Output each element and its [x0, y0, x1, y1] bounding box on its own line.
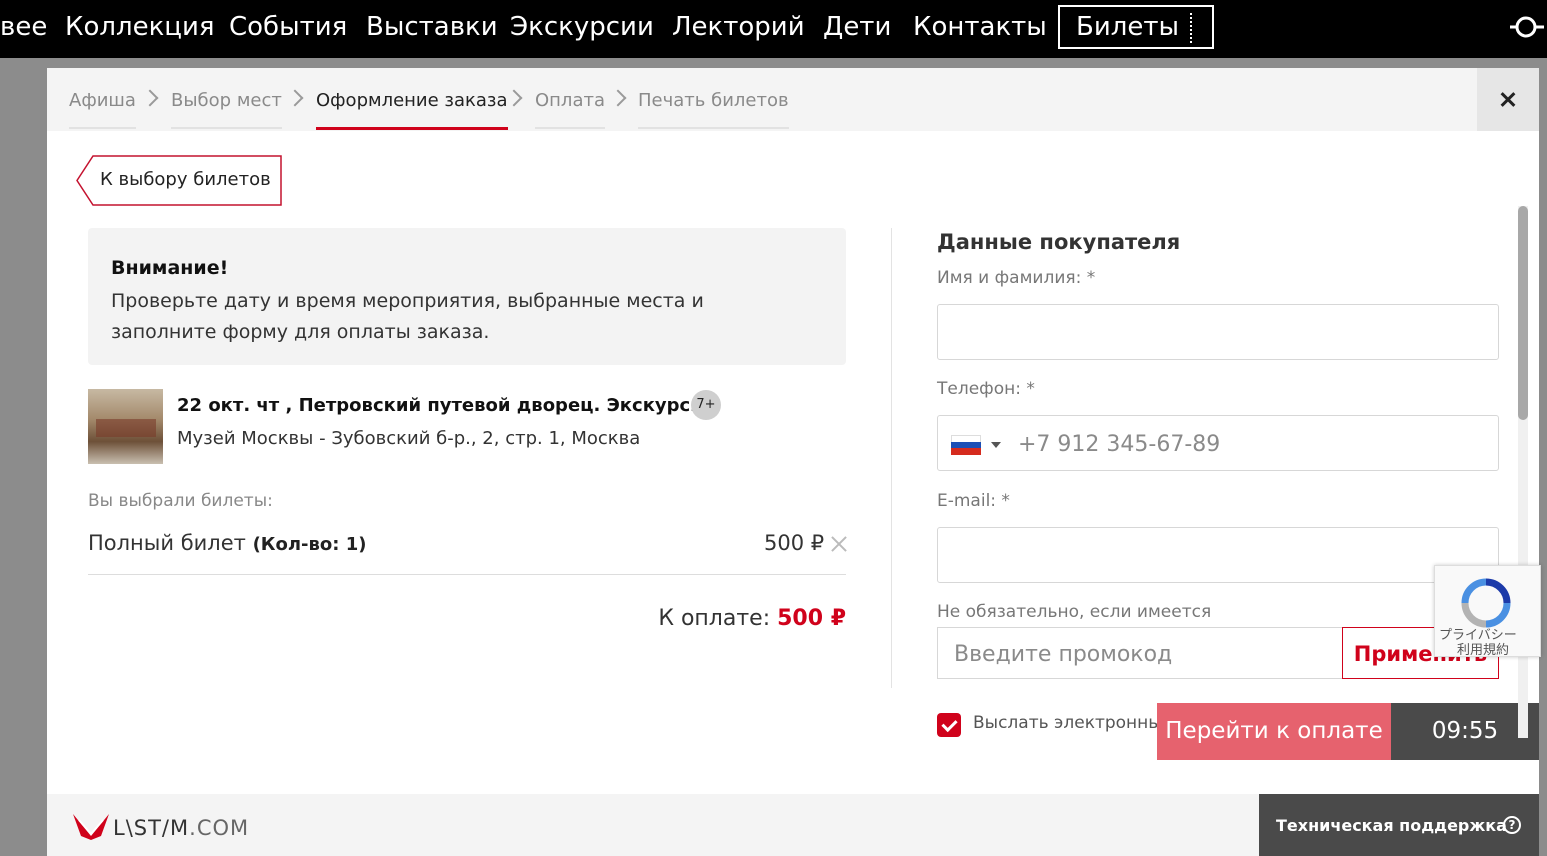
breadcrumb-label: Печать билетов [638, 90, 789, 111]
promo-label: Не обязательно, если имеется [937, 602, 1212, 622]
name-label: Имя и фамилия: * [937, 268, 1096, 288]
listim-logo[interactable]: L\ST/M.COM [71, 812, 251, 842]
phone-field[interactable]: +7 912 345-67-89 [937, 415, 1499, 471]
event-thumbnail [88, 389, 163, 464]
breadcrumb-label: Оплата [535, 90, 605, 111]
divider [88, 574, 846, 575]
recaptcha-icon [1461, 578, 1511, 628]
scrollbar[interactable] [1518, 206, 1528, 738]
breadcrumb-label: Выбор мест [171, 90, 282, 111]
tech-support-button[interactable]: Техническая поддержка ? [1259, 794, 1539, 856]
selected-tickets-label: Вы выбрали билеты: [88, 491, 273, 511]
nav-item-exhibitions[interactable]: Выставки [366, 12, 498, 42]
recaptcha-privacy-link[interactable]: プライバシー [1439, 628, 1517, 643]
support-label: Техническая поддержка [1276, 816, 1507, 835]
attention-notice: Внимание! Проверьте дату и время меропри… [88, 228, 846, 365]
ticket-row: Полный билет (Кол-во: 1) [88, 531, 367, 555]
name-field[interactable] [937, 304, 1499, 360]
breadcrumb-payment[interactable]: Оплата [535, 90, 605, 129]
chevron-right-icon [609, 89, 627, 107]
chevron-right-icon [286, 89, 304, 107]
back-to-tickets-button[interactable]: К выбору билетов [75, 155, 282, 206]
back-button-label: К выбору билетов [100, 169, 271, 190]
promo-code-input[interactable]: Введите промокод [937, 627, 1342, 679]
proceed-to-payment-button[interactable]: Перейти к оплате [1157, 703, 1391, 760]
chevron-down-icon[interactable] [991, 442, 1001, 448]
buyer-section-title: Данные покупателя [937, 230, 1181, 254]
russia-flag-icon[interactable] [951, 435, 981, 455]
ticket-type: Полный билет [88, 531, 246, 555]
event-title: 22 окт. чт , Петровский путевой дворец. … [177, 395, 722, 416]
breadcrumb-checkout[interactable]: Оформление заказа [316, 90, 508, 130]
logo-text: L\ST/M.COM [113, 816, 249, 840]
listim-logo-icon [73, 814, 109, 840]
ticket-price: 500 ₽ [764, 531, 825, 555]
chevron-right-icon [141, 89, 159, 107]
close-icon[interactable] [1477, 68, 1539, 131]
breadcrumb-seat-selection[interactable]: Выбор мест [171, 90, 282, 129]
modal-footer: L\ST/M.COM Техническая поддержка ? [47, 794, 1539, 856]
total-value: 500 ₽ [777, 606, 846, 631]
total-label: К оплате: [658, 606, 771, 631]
order-total: К оплате: 500 ₽ [658, 606, 846, 631]
receipt-checkbox[interactable] [937, 713, 961, 737]
nav-item-events[interactable]: События [229, 12, 347, 42]
column-divider [891, 228, 892, 688]
checkout-modal: Афиша Выбор мест Оформление заказа Оплат… [47, 68, 1541, 856]
breadcrumb-print-tickets[interactable]: Печать билетов [638, 90, 789, 129]
notice-body: Проверьте дату и время мероприятия, выбр… [111, 290, 704, 343]
breadcrumb-label: Афиша [69, 90, 136, 111]
logo-main: L\ST/M [113, 816, 190, 840]
nav-item-excursions[interactable]: Экскурсии [510, 12, 654, 42]
event-venue: Музей Москвы - Зубовский б-р., 2, стр. 1… [177, 428, 641, 449]
nav-item-partial[interactable]: вее [0, 12, 47, 42]
nav-tickets-button[interactable]: Билеты [1058, 5, 1214, 49]
age-rating-badge: 7+ [691, 390, 721, 420]
notice-title: Внимание! [111, 257, 229, 279]
promo-placeholder: Введите промокод [954, 642, 1173, 667]
recaptcha-terms-link[interactable]: 利用規約 [1439, 643, 1509, 658]
breadcrumb: Афиша Выбор мест Оформление заказа Оплат… [47, 68, 1539, 131]
scrollbar-thumb[interactable] [1518, 206, 1528, 420]
email-field[interactable] [937, 527, 1499, 583]
tickets-divider [1190, 13, 1192, 43]
nav-item-collection[interactable]: Коллекция [65, 12, 215, 42]
chevron-right-icon [505, 89, 523, 107]
email-label: E-mail: * [937, 491, 1010, 511]
user-icon[interactable] [1510, 12, 1544, 42]
breadcrumb-label: Оформление заказа [316, 90, 508, 111]
phone-placeholder: +7 912 345-67-89 [1018, 432, 1221, 457]
nav-item-lectures[interactable]: Лекторий [672, 12, 805, 42]
remove-ticket-close-icon[interactable] [829, 534, 849, 554]
phone-label: Телефон: * [937, 379, 1035, 399]
breadcrumb-afisha[interactable]: Афиша [69, 90, 136, 129]
site-top-nav: вее Коллекция События Выставки Экскурсии… [0, 0, 1547, 58]
question-icon: ? [1503, 816, 1521, 834]
countdown-timer: 09:55 [1391, 703, 1539, 760]
ticket-quantity: (Кол-во: 1) [252, 534, 367, 555]
nav-item-kids[interactable]: Дети [823, 12, 891, 42]
recaptcha-links: プライバシー 利用規約 [1439, 628, 1517, 658]
recaptcha-badge[interactable]: プライバシー 利用規約 [1434, 565, 1541, 658]
nav-item-contacts[interactable]: Контакты [913, 12, 1047, 42]
logo-suffix: .COM [189, 816, 250, 840]
nav-tickets-label: Билеты [1076, 12, 1180, 42]
